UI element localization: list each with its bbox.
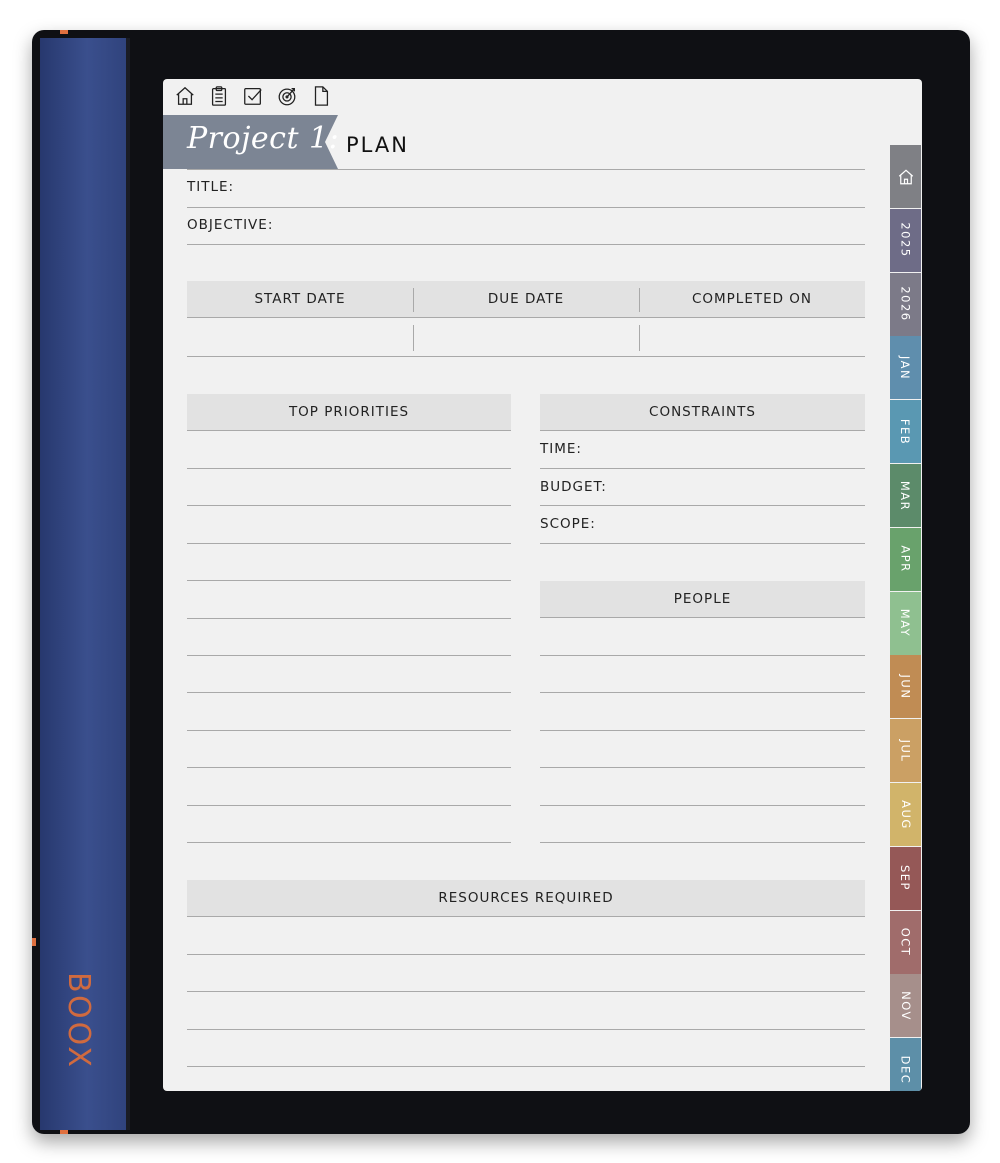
tab-label: FEB <box>898 418 913 445</box>
tab-oct[interactable]: OCT <box>890 910 921 974</box>
title-field[interactable] <box>187 207 865 208</box>
clipboard-icon <box>211 86 227 106</box>
tab-2025[interactable]: 2025 <box>890 208 921 272</box>
accent-mark-bottom <box>60 1130 68 1134</box>
tab-label: AUG <box>898 799 913 830</box>
planner-page: Project 1: PLAN TITLE: OBJECTIVE: START … <box>163 79 922 1091</box>
tab-jun[interactable]: JUN <box>890 655 921 719</box>
tab-jan[interactable]: JAN <box>890 336 921 400</box>
tab-label: 2026 <box>898 286 913 322</box>
date-divider <box>639 325 640 351</box>
tab-mar[interactable]: MAR <box>890 464 921 527</box>
goals-button[interactable] <box>275 83 299 109</box>
time-field[interactable] <box>540 468 865 469</box>
priority-line[interactable] <box>187 580 511 581</box>
date-divider <box>413 288 414 312</box>
tab-label: MAR <box>898 480 913 511</box>
tab-label: 2025 <box>898 222 913 258</box>
accent-mark-side <box>32 938 36 946</box>
toolbar <box>173 83 333 109</box>
people-line[interactable] <box>540 805 865 806</box>
time-label: TIME: <box>540 441 582 457</box>
tab-label: SEP <box>898 865 913 892</box>
scope-label: SCOPE: <box>540 516 596 532</box>
priority-line[interactable] <box>187 692 511 693</box>
start-date-header: START DATE <box>187 281 413 318</box>
priority-line[interactable] <box>187 468 511 469</box>
tab-jul[interactable]: JUL <box>890 719 921 783</box>
tab-label: JAN <box>898 355 913 380</box>
home-button[interactable] <box>173 83 197 109</box>
page-title: PLAN <box>346 133 409 157</box>
resource-line[interactable] <box>187 1066 865 1067</box>
people-line[interactable] <box>540 842 865 843</box>
priority-line[interactable] <box>187 655 511 656</box>
priority-line[interactable] <box>187 543 511 544</box>
scope-field[interactable] <box>540 543 865 544</box>
budget-label: BUDGET: <box>540 479 607 495</box>
people-line[interactable] <box>540 655 865 656</box>
title-label: TITLE: <box>187 179 235 195</box>
people-line[interactable] <box>540 730 865 731</box>
tab-nov[interactable]: NOV <box>890 974 921 1038</box>
device-spine <box>40 38 126 1130</box>
tab-label: MAY <box>898 608 913 638</box>
completed-on-header: COMPLETED ON <box>639 281 865 318</box>
project-title: Project 1: <box>187 121 340 156</box>
tab-home[interactable] <box>890 145 921 208</box>
tasks-button[interactable] <box>241 83 265 109</box>
budget-field[interactable] <box>540 505 865 506</box>
resource-line[interactable] <box>187 991 865 992</box>
rule-header <box>187 169 865 170</box>
accent-mark-top <box>60 30 68 34</box>
resource-line[interactable] <box>187 1029 865 1030</box>
priority-line[interactable] <box>187 618 511 619</box>
due-date-header: DUE DATE <box>413 281 639 318</box>
people-header: PEOPLE <box>540 581 865 618</box>
checkbox-icon <box>244 88 262 105</box>
priority-line[interactable] <box>187 842 511 843</box>
tab-label: OCT <box>898 927 913 957</box>
target-icon <box>278 88 296 106</box>
tab-2026[interactable]: 2026 <box>890 272 921 336</box>
tab-label: NOV <box>898 990 913 1021</box>
resource-line[interactable] <box>187 954 865 955</box>
top-priorities-header: TOP PRIORITIES <box>187 394 511 431</box>
home-icon <box>898 168 913 184</box>
tab-aug[interactable]: AUG <box>890 783 921 846</box>
people-line[interactable] <box>540 767 865 768</box>
tab-label: JUN <box>898 674 913 700</box>
tab-label: JUL <box>898 739 913 763</box>
date-entry-row[interactable] <box>187 356 865 357</box>
people-line[interactable] <box>540 692 865 693</box>
date-divider <box>639 288 640 312</box>
resources-header: RESOURCES REQUIRED <box>187 880 865 917</box>
tab-dec[interactable]: DEC <box>890 1038 921 1091</box>
page-button[interactable] <box>309 83 333 109</box>
tab-may[interactable]: MAY <box>890 591 921 655</box>
spine-bezel <box>126 38 130 1130</box>
date-divider <box>413 325 414 351</box>
objective-label: OBJECTIVE: <box>187 217 274 233</box>
page-icon <box>314 86 329 106</box>
priority-line[interactable] <box>187 505 511 506</box>
tab-apr[interactable]: APR <box>890 527 921 591</box>
priority-line[interactable] <box>187 730 511 731</box>
priority-line[interactable] <box>187 805 511 806</box>
tab-feb[interactable]: FEB <box>890 400 921 464</box>
brand-logo: BOOX <box>61 972 96 1070</box>
tab-label: APR <box>898 545 913 573</box>
home-icon <box>176 86 194 105</box>
notes-button[interactable] <box>207 83 231 109</box>
objective-field[interactable] <box>187 244 865 245</box>
tab-label: DEC <box>898 1055 913 1085</box>
tab-sep[interactable]: SEP <box>890 846 921 910</box>
priority-line[interactable] <box>187 767 511 768</box>
constraints-header: CONSTRAINTS <box>540 394 865 431</box>
